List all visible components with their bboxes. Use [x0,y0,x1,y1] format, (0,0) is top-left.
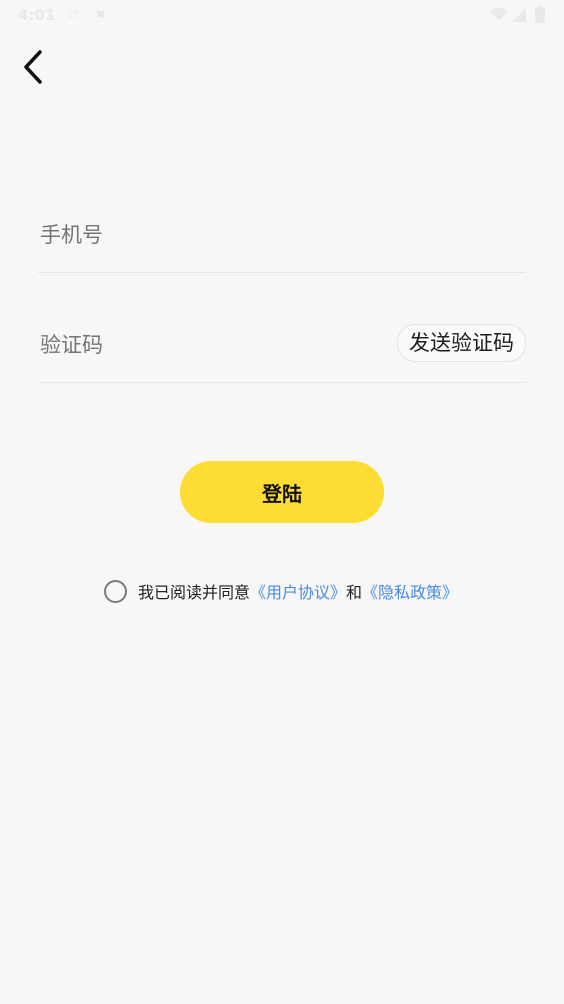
chevron-left-icon [24,50,42,84]
agree-radio[interactable] [104,579,127,603]
code-placeholder: 验证码 [40,333,103,357]
user-agreement-link[interactable]: 《用户协议》 [250,579,346,603]
wifi-icon [490,8,508,21]
agreement-and: 和 [346,583,363,602]
status-bar: 4:01 ▫ ▪ [0,0,564,30]
sd-card-icon: ▪ [96,6,106,22]
status-time: 4:01 [18,6,56,24]
phone-placeholder: 手机号 [40,223,103,247]
login-label: 登陆 [262,481,302,506]
agreement-prefix: 我已阅读并同意 [138,583,251,602]
privacy-policy-link[interactable]: 《隐私政策》 [362,579,458,603]
verification-code-field[interactable]: 验证码 发送验证码 [38,306,526,383]
send-code-button[interactable]: 发送验证码 [397,324,526,362]
phone-field[interactable]: 手机号 [38,196,526,273]
signal-icon [512,8,526,22]
agreement-row: 我已阅读并同意 《用户协议》 和 《隐私政策》 [104,578,458,604]
notification-icon: ▫ [68,6,78,22]
login-button[interactable]: 登陆 [180,461,384,523]
back-button[interactable] [18,46,58,90]
battery-icon [535,6,545,23]
